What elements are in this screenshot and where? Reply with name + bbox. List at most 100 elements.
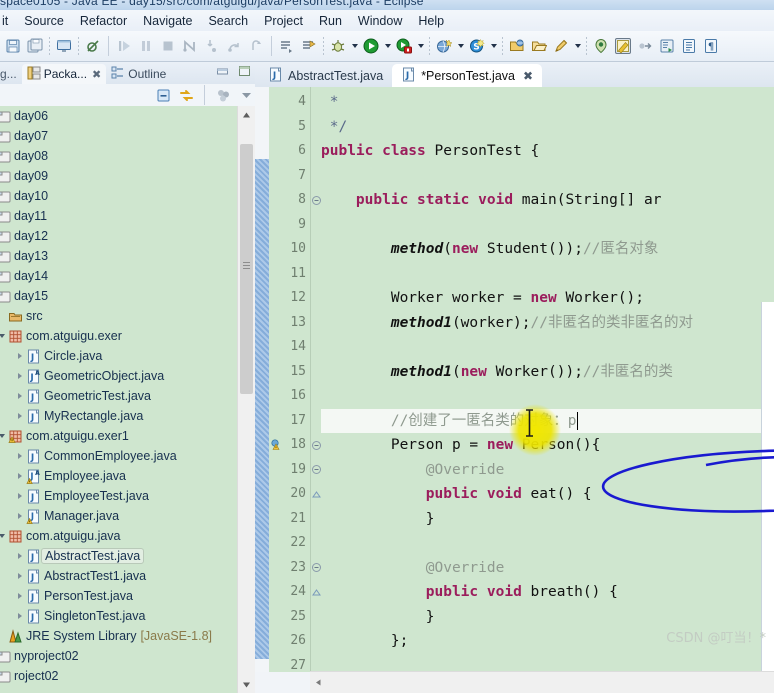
chevron-right-icon[interactable]: [14, 546, 25, 566]
code-line[interactable]: Worker worker = new Worker();: [321, 286, 774, 311]
code-line[interactable]: public void eat() {: [321, 482, 774, 507]
tree-item[interactable]: day11: [0, 206, 238, 226]
tree-item[interactable]: com.atguigu.exer1: [0, 426, 238, 446]
chevron-right-icon[interactable]: [14, 386, 25, 406]
code-line[interactable]: @Override: [321, 556, 774, 581]
close-icon[interactable]: ✖: [92, 68, 101, 81]
menu-item-help[interactable]: Help: [410, 12, 452, 30]
code-line[interactable]: Person p = new Person(){: [321, 433, 774, 458]
terminate-icon[interactable]: [157, 34, 179, 58]
chevron-right-icon[interactable]: [14, 566, 25, 586]
code-line[interactable]: method1(worker);//非匿名的类非匿名的对: [321, 311, 774, 336]
step-return-icon[interactable]: [245, 34, 267, 58]
left-tab-g[interactable]: g...: [0, 64, 22, 84]
tree-item[interactable]: J PersonTest.java: [0, 586, 238, 606]
save-icon[interactable]: [2, 34, 24, 58]
chevron-right-icon[interactable]: [14, 506, 25, 526]
tree-item[interactable]: day07: [0, 126, 238, 146]
open-task-icon[interactable]: [298, 34, 320, 58]
menu-item-it[interactable]: it: [0, 12, 16, 30]
chevron-right-icon[interactable]: [14, 586, 25, 606]
collapse-all-icon[interactable]: [154, 86, 172, 104]
tree-item[interactable]: J GeometricTest.java: [0, 386, 238, 406]
menu-item-source[interactable]: Source: [16, 12, 72, 30]
chevron-down-icon[interactable]: [0, 526, 7, 546]
menu-item-window[interactable]: Window: [350, 12, 410, 30]
menu-item-refactor[interactable]: Refactor: [72, 12, 135, 30]
tree-item[interactable]: J EmployeeTest.java: [0, 486, 238, 506]
code-line[interactable]: *: [321, 90, 774, 115]
tree-item[interactable]: day12: [0, 226, 238, 246]
code-line[interactable]: public class PersonTest {: [321, 139, 774, 164]
link-with-editor-icon[interactable]: [177, 86, 195, 104]
chevron-right-icon[interactable]: [14, 606, 25, 626]
warning-marker-icon[interactable]: [271, 439, 282, 450]
previous-annotation-icon[interactable]: [590, 34, 612, 58]
debug-icon[interactable]: [327, 34, 349, 58]
chevron-down-icon[interactable]: [572, 34, 583, 58]
editor-horizontal-scrollbar[interactable]: [310, 671, 774, 693]
open-resource-icon[interactable]: [506, 34, 528, 58]
tree-item[interactable]: day10: [0, 186, 238, 206]
code-line[interactable]: //创建了一匿名类的对象：p: [321, 408, 774, 433]
chevron-right-icon[interactable]: [14, 406, 25, 426]
code-line[interactable]: }: [321, 507, 774, 532]
view-filter-icon[interactable]: [214, 86, 232, 104]
tree-item[interactable]: com.atguigu.exer: [0, 326, 238, 346]
left-tab-outline[interactable]: Outline: [106, 64, 171, 84]
code-line[interactable]: public static void main(String[] ar: [321, 188, 774, 213]
tree-item[interactable]: J Circle.java: [0, 346, 238, 366]
new-java-project-icon[interactable]: [433, 34, 455, 58]
scroll-up-button[interactable]: [238, 106, 255, 123]
close-icon[interactable]: ✖: [523, 69, 533, 83]
tree-item[interactable]: J AbstractTest.java: [0, 546, 238, 566]
chevron-down-icon[interactable]: [0, 426, 7, 446]
tree-item[interactable]: day15: [0, 286, 238, 306]
maximize-icon[interactable]: [236, 64, 252, 78]
next-annotation-icon[interactable]: [612, 34, 634, 58]
chevron-right-icon[interactable]: [14, 366, 25, 386]
code-line[interactable]: [321, 262, 774, 287]
tree-item[interactable]: J SingletonTest.java: [0, 606, 238, 626]
save-all-icon[interactable]: [24, 34, 46, 58]
menu-item-navigate[interactable]: Navigate: [135, 12, 200, 30]
step-over-icon[interactable]: [223, 34, 245, 58]
suspend-icon[interactable]: [135, 34, 157, 58]
project-tree[interactable]: day06 day07 day08 day09 day10 day11 day12 day13…: [0, 106, 255, 693]
tree-item[interactable]: com.atguigu.java: [0, 526, 238, 546]
disconnect-icon[interactable]: [179, 34, 201, 58]
tree-item[interactable]: day09: [0, 166, 238, 186]
editor-code-area[interactable]: 4 5 6 7 8 9 10 11 12 13 14 15 16 17 18 19 20 21 22 23 24 25 26…: [255, 87, 774, 672]
code-line[interactable]: method(new Student());//匿名对象: [321, 237, 774, 262]
tree-item[interactable]: J A Employee.java: [0, 466, 238, 486]
minimize-icon[interactable]: [214, 64, 230, 78]
back-icon[interactable]: [656, 34, 678, 58]
tree-item[interactable]: day14: [0, 266, 238, 286]
code-line[interactable]: [321, 654, 774, 673]
left-tab-packa[interactable]: Packa... ✖: [21, 64, 107, 84]
chevron-down-icon[interactable]: [415, 34, 426, 58]
tree-item[interactable]: src: [0, 306, 238, 326]
tree-vertical-scrollbar[interactable]: [237, 106, 255, 693]
open-folder-icon[interactable]: [528, 34, 550, 58]
coverage-icon[interactable]: [393, 34, 415, 58]
tree-item[interactable]: day06: [0, 106, 238, 126]
chevron-down-icon[interactable]: [0, 326, 7, 346]
code-line[interactable]: [321, 213, 774, 238]
code-line[interactable]: [321, 164, 774, 189]
editor-tab-abstracttestjava[interactable]: J AbstractTest.java: [259, 64, 392, 87]
search-icon[interactable]: S: [466, 34, 488, 58]
chevron-down-icon[interactable]: [349, 34, 360, 58]
chevron-right-icon[interactable]: [14, 446, 25, 466]
pin-editor-icon[interactable]: [550, 34, 572, 58]
resume-icon[interactable]: [113, 34, 135, 58]
code-line[interactable]: */: [321, 115, 774, 140]
view-menu-icon[interactable]: [237, 86, 255, 104]
tree-item[interactable]: day08: [0, 146, 238, 166]
code-line[interactable]: }: [321, 605, 774, 630]
tree-item[interactable]: J MyRectangle.java: [0, 406, 238, 426]
code-line[interactable]: method1(new Worker());//非匿名的类: [321, 360, 774, 385]
chevron-right-icon[interactable]: [14, 346, 25, 366]
editor-tab-persontestjava[interactable]: J *PersonTest.java ✖: [392, 64, 543, 87]
scroll-down-button[interactable]: [238, 676, 255, 693]
